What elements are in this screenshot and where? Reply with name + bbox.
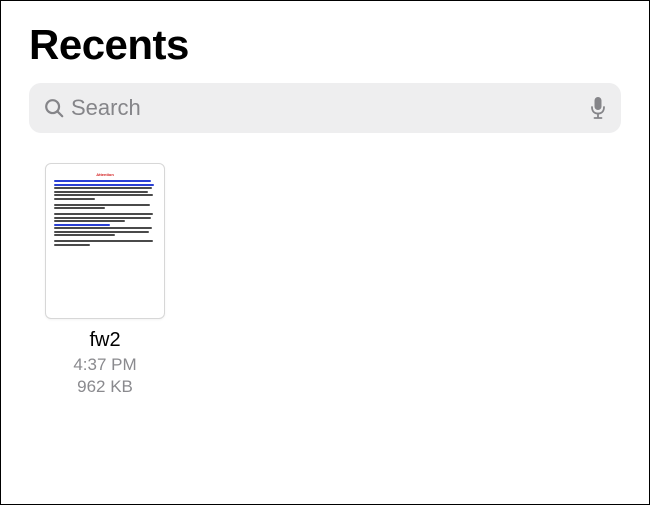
file-time: 4:37 PM [73, 354, 136, 376]
file-thumbnail: Attention [45, 163, 165, 319]
page-title: Recents [29, 21, 621, 69]
file-item[interactable]: Attention [41, 163, 169, 398]
search-icon [43, 97, 65, 119]
search-bar[interactable] [29, 83, 621, 133]
search-input[interactable] [71, 95, 589, 121]
files-grid: Attention [29, 163, 621, 398]
mic-icon[interactable] [589, 96, 607, 120]
file-name: fw2 [89, 329, 120, 352]
doc-preview-heading: Attention [54, 172, 156, 177]
file-size: 962 KB [77, 376, 133, 398]
